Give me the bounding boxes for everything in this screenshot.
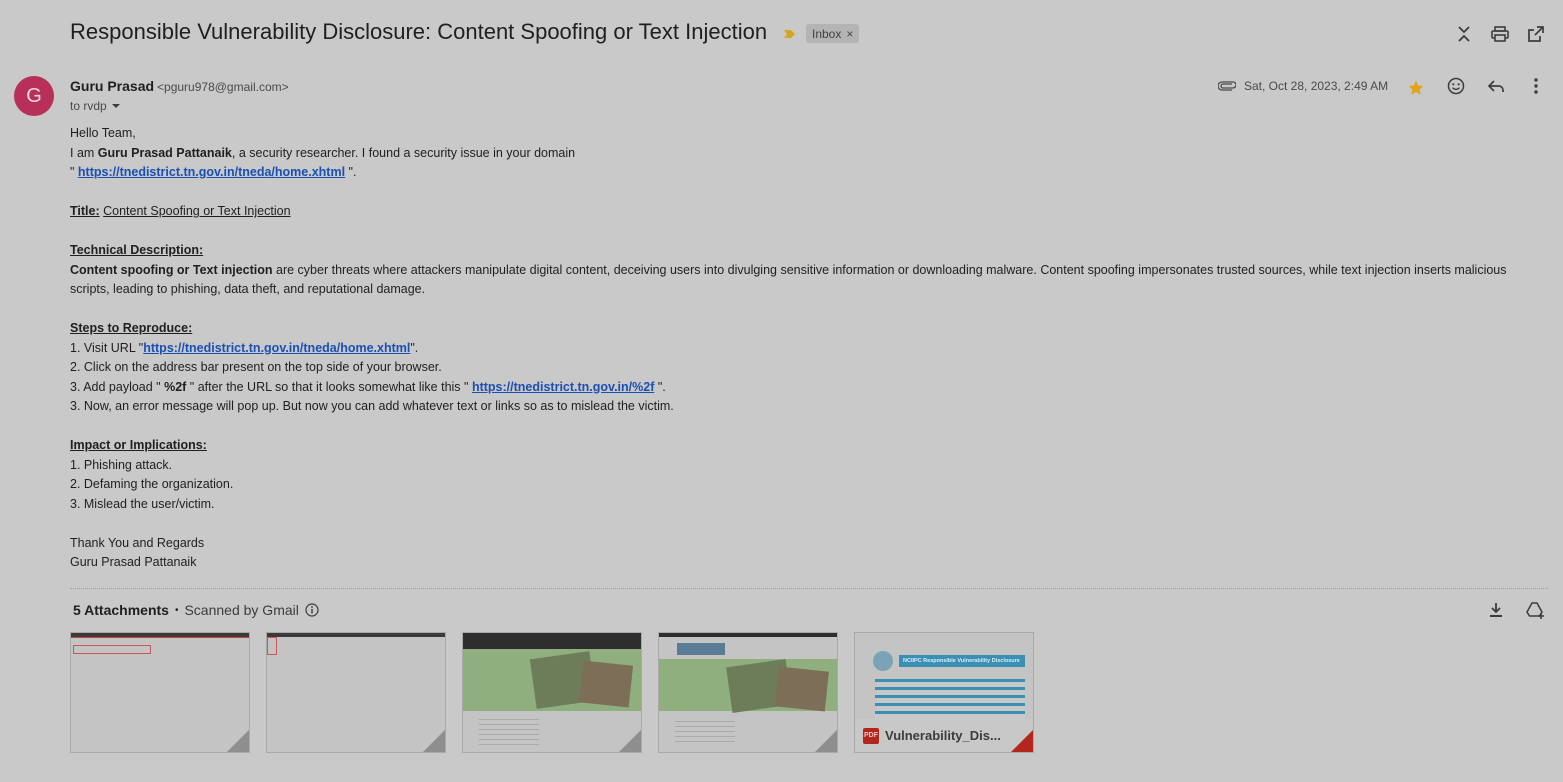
- error-message-box: [73, 645, 151, 654]
- signature: Guru Prasad Pattanaik: [70, 555, 197, 569]
- step-1-link[interactable]: https://tnedistrict.tn.gov.in/tneda/home…: [143, 341, 410, 355]
- sender-line: Guru Prasad <pguru978@gmail.com>: [70, 78, 289, 94]
- page-fold-icon: [619, 730, 641, 752]
- impact-2: 2. Defaming the organization.: [70, 477, 234, 491]
- technical-description: Content spoofing or Text injection are c…: [70, 262, 1507, 297]
- recipient-details[interactable]: to rvdp: [70, 99, 121, 113]
- researcher-name: Guru Prasad Pattanaik: [97, 145, 232, 160]
- domain-link[interactable]: https://tnedistrict.tn.gov.in/tneda/home…: [78, 165, 345, 179]
- site-header-logo: [677, 643, 725, 655]
- inbox-label-chip: Inbox ×: [806, 24, 860, 43]
- message-date: Sat, Oct 28, 2023, 2:49 AM: [1244, 79, 1389, 93]
- email-subject: Responsible Vulnerability Disclosure: Co…: [70, 19, 768, 44]
- title-line: Title: Content Spoofing or Text Injectio…: [70, 202, 1520, 222]
- address-highlight: [71, 637, 249, 638]
- sender-email: <pguru978@gmail.com>: [157, 80, 289, 94]
- add-to-drive-icon[interactable]: [1524, 598, 1548, 622]
- page-text-lines: [479, 715, 539, 745]
- domain-line: " https://tnedistrict.tn.gov.in/tneda/ho…: [70, 165, 357, 179]
- attachment-icon: [1218, 81, 1236, 91]
- attachments-count: 5 Attachments: [73, 602, 169, 618]
- pdf-preview-form: [875, 679, 1025, 719]
- step-2: 2. Click on the address bar present on t…: [70, 360, 442, 374]
- step-4: 3. Now, an error message will pop up. Bu…: [70, 399, 674, 413]
- star-icon[interactable]: [1404, 76, 1428, 100]
- browser-bar: [659, 633, 837, 637]
- steps-heading: Steps to Reproduce:: [70, 321, 193, 335]
- attachment-thumbnail-2[interactable]: [266, 632, 446, 753]
- page-fold-icon: [227, 730, 249, 752]
- info-icon[interactable]: [305, 603, 319, 617]
- emblem-logo: [873, 651, 893, 671]
- browser-bar: [463, 633, 641, 649]
- pdf-icon: PDF: [863, 727, 879, 744]
- attachments-divider: [70, 588, 1548, 589]
- error-message-box: [267, 637, 277, 655]
- pdf-filename: Vulnerability_Dis...: [885, 728, 1001, 743]
- sender-avatar[interactable]: G: [14, 76, 54, 116]
- scanned-label: Scanned by Gmail: [184, 602, 299, 618]
- title-value: Content Spoofing or Text Injection: [103, 204, 291, 218]
- collapse-icon[interactable]: [1452, 22, 1476, 46]
- impact-3: 3. Mislead the user/victim.: [70, 496, 215, 511]
- title-label: Title:: [70, 204, 100, 218]
- emoji-icon[interactable]: [1444, 74, 1468, 98]
- step-1: 1. Visit URL "https://tnedistrict.tn.gov…: [70, 340, 419, 355]
- attachment-thumbnail-3[interactable]: [462, 632, 642, 753]
- impact-heading: Impact or Implications:: [70, 438, 207, 452]
- pdf-preview-title: NCIIPC Responsible Vulnerability Disclos…: [899, 655, 1025, 667]
- print-icon[interactable]: [1488, 22, 1512, 46]
- inbox-label-text: Inbox: [812, 26, 842, 41]
- recipient-text: to rvdp: [70, 99, 107, 113]
- attachments-header: 5 Attachments • Scanned by Gmail: [73, 602, 319, 618]
- banner-photo: [775, 666, 829, 712]
- open-in-new-window-icon[interactable]: [1524, 22, 1548, 46]
- remove-label-button[interactable]: ×: [846, 27, 853, 41]
- chevron-down-icon[interactable]: [111, 101, 121, 111]
- page-fold-icon: [423, 730, 445, 752]
- browser-bar: [267, 633, 445, 637]
- download-all-icon[interactable]: [1484, 598, 1508, 622]
- page-text-lines: [675, 717, 735, 745]
- intro-line: I am Guru Prasad Pattanaik, a security r…: [70, 145, 576, 160]
- payload: %2f: [164, 379, 187, 394]
- page-fold-icon: [1011, 730, 1033, 752]
- step-3-link[interactable]: https://tnedistrict.tn.gov.in/%2f: [472, 380, 654, 394]
- banner-photo: [578, 660, 634, 708]
- greeting: Hello Team,: [70, 126, 136, 140]
- more-vert-icon[interactable]: [1524, 74, 1548, 98]
- signoff: Thank You and Regards: [70, 535, 205, 550]
- separator: •: [174, 604, 179, 616]
- technical-description-heading: Technical Description:: [70, 243, 204, 257]
- step-3: 3. Add payload " %2f " after the URL so …: [70, 379, 666, 394]
- sender-name[interactable]: Guru Prasad: [70, 78, 154, 94]
- attachment-pdf[interactable]: NCIIPC Responsible Vulnerability Disclos…: [854, 632, 1034, 753]
- attachment-thumbnail-1[interactable]: [70, 632, 250, 753]
- reply-icon[interactable]: [1484, 74, 1508, 98]
- impact-1: 1. Phishing attack.: [70, 457, 173, 472]
- importance-marker-icon[interactable]: [783, 27, 797, 41]
- page-fold-icon: [815, 730, 837, 752]
- pdf-footer: PDF Vulnerability_Dis...: [855, 719, 1033, 752]
- email-body: Hello Team, I am Guru Prasad Pattanaik, …: [70, 124, 1520, 573]
- attachment-thumbnail-4[interactable]: [658, 632, 838, 753]
- message-meta: Sat, Oct 28, 2023, 2:49 AM: [1218, 77, 1388, 95]
